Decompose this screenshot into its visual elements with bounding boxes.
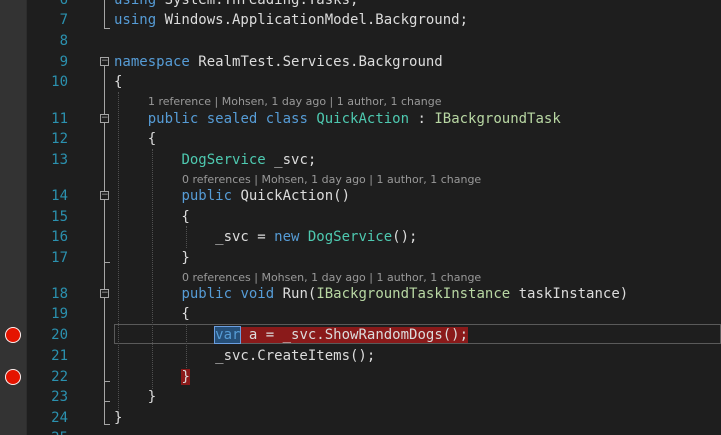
code-line[interactable]: }: [114, 408, 122, 428]
code-token: }: [181, 369, 190, 385]
code-token: ();: [392, 229, 418, 245]
code-line[interactable]: }: [114, 387, 156, 407]
line-number: 6: [59, 0, 68, 8]
code-token: _svc;: [265, 152, 317, 168]
outline-end: [104, 262, 110, 263]
line-number: 24: [51, 410, 68, 426]
outline-line: [104, 0, 105, 28]
code-line[interactable]: }: [114, 248, 190, 268]
code-token: {: [114, 306, 190, 322]
collapse-icon[interactable]: −: [100, 114, 109, 123]
breakpoint-icon[interactable]: [5, 369, 21, 385]
code-token: QuickAction(): [240, 188, 351, 204]
line-number: 20: [51, 327, 68, 343]
line-number: 19: [51, 306, 68, 322]
line-number: 18: [51, 286, 68, 302]
codelens-info[interactable]: 1 reference | Mohsen, 1 day ago | 1 auth…: [148, 94, 441, 110]
code-token: _svc =: [114, 229, 275, 245]
code-line[interactable]: using Windows.ApplicationModel.Backgroun…: [114, 10, 468, 30]
code-token: public: [147, 111, 207, 127]
code-token: a = _svc.ShowRandomDogs();: [240, 327, 469, 343]
code-token: void: [240, 286, 283, 302]
code-token: _svc.CreateItems();: [114, 348, 376, 364]
code-token: namespace: [114, 54, 199, 70]
code-token: IBackgroundTask: [434, 111, 561, 127]
code-line[interactable]: public sealed class QuickAction : IBackg…: [114, 109, 561, 129]
code-token: }: [114, 389, 157, 405]
code-line[interactable]: {: [114, 72, 122, 92]
code-line[interactable]: namespace RealmTest.Services.Background: [114, 52, 443, 72]
code-token: taskInstance): [510, 286, 629, 302]
collapse-icon[interactable]: −: [100, 289, 109, 298]
breakpoint-icon[interactable]: [5, 327, 21, 343]
outline-end: [104, 424, 110, 425]
code-line[interactable]: using System.Threading.Tasks;: [114, 0, 358, 10]
code-line[interactable]: {: [114, 207, 190, 227]
code-token: var: [214, 326, 242, 344]
line-number: 25: [30, 428, 68, 435]
code-line[interactable]: _svc = new DogService();: [114, 227, 417, 247]
line-number: 15: [51, 209, 68, 225]
code-token: using: [114, 12, 165, 28]
code-token: {: [114, 209, 190, 225]
code-token: {: [114, 74, 123, 90]
code-token: System.Threading.Tasks;: [164, 0, 359, 8]
collapse-icon[interactable]: −: [100, 191, 109, 200]
code-token: :: [409, 111, 435, 127]
code-token: public: [181, 188, 241, 204]
collapse-icon[interactable]: −: [100, 57, 109, 66]
code-line[interactable]: public void Run(IBackgroundTaskInstance …: [114, 284, 628, 304]
code-token: DogService: [181, 152, 266, 168]
line-number: 13: [51, 152, 68, 168]
code-line[interactable]: {: [114, 129, 156, 149]
code-token: using: [114, 0, 165, 8]
code-token: }: [114, 410, 123, 426]
code-line[interactable]: }: [114, 367, 190, 387]
code-editor[interactable]: 6 7 8 9 10 11 12 13 14 15 16 17 18 19 20…: [0, 0, 721, 435]
code-token: new: [274, 229, 308, 245]
code-token: Run(: [282, 286, 317, 302]
code-token: }: [114, 250, 190, 266]
line-number: 21: [51, 348, 68, 364]
line-number: 9: [59, 54, 68, 70]
code-token: QuickAction: [316, 111, 410, 127]
code-token: RealmTest.Services.Background: [198, 54, 443, 70]
line-number: 12: [51, 131, 68, 147]
line-number: 17: [51, 250, 68, 266]
code-token: public: [181, 286, 241, 302]
code-token: DogService: [307, 229, 393, 245]
code-line[interactable]: var a = _svc.ShowRandomDogs();: [114, 325, 469, 345]
line-number: 23: [51, 389, 68, 405]
outline-end: [104, 401, 110, 402]
line-number: 8: [59, 33, 68, 49]
line-number: 10: [51, 74, 68, 90]
line-number: 16: [51, 229, 68, 245]
line-number: 11: [51, 111, 68, 127]
code-token: sealed: [206, 111, 266, 127]
code-line[interactable]: _svc.CreateItems();: [114, 346, 375, 366]
code-token: class: [265, 111, 317, 127]
code-line[interactable]: DogService _svc;: [114, 150, 316, 170]
code-line[interactable]: {: [114, 304, 190, 324]
code-token: Windows.ApplicationModel.Background;: [164, 12, 469, 28]
line-number: 14: [51, 188, 68, 204]
line-number: 7: [59, 12, 68, 28]
code-token: IBackgroundTaskInstance: [316, 286, 511, 302]
line-number: 22: [51, 369, 68, 385]
gutter-separator: [26, 0, 27, 435]
outline-end: [104, 28, 110, 29]
code-token: {: [114, 131, 157, 147]
code-line[interactable]: public QuickAction(): [114, 186, 350, 206]
outline-end: [104, 381, 110, 382]
